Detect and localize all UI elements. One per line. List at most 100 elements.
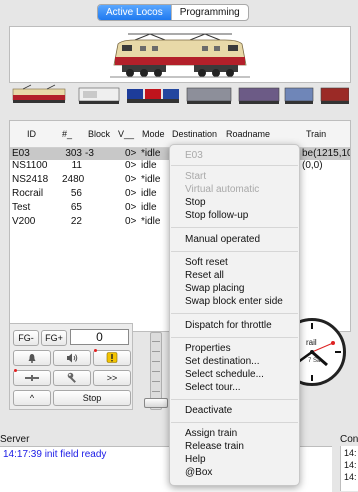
thumbnail-locomotive-e03[interactable] [9,84,69,106]
speed-slider-knob[interactable] [144,398,168,408]
throttle-panel: FG- FG+ 0 >> ^ Stop [9,323,133,410]
menu-header-loco-id: E03 [185,150,203,161]
menu-item-virtual-automatic[interactable]: Virtual automatic [185,184,259,196]
menu-item-set-destination[interactable]: Set destination... [185,356,260,368]
menu-item-dispatch-for-throttle[interactable]: Dispatch for throttle [185,320,272,332]
cell-id: NS2418 [12,174,49,185]
locomotive-image [110,33,250,78]
slider-tick [152,361,160,362]
wrench-icon [67,372,76,383]
menu-item-release-train[interactable]: Release train [185,441,244,453]
cell-address: 22 [70,216,82,227]
cell-block: -3 [85,148,94,159]
console-line: 14: [344,472,357,482]
menu-item-swap-block-enter-side[interactable]: Swap block enter side [185,296,283,308]
console-panel-label: Con [340,434,358,445]
coupler-icon [25,375,39,381]
cell-mode: idle [141,160,157,171]
wrench-button[interactable] [53,370,91,386]
slider-tick [152,391,160,392]
bell-icon [28,354,36,363]
menu-item-properties[interactable]: Properties [185,343,231,355]
speed-field[interactable]: 0 [70,329,129,345]
col-address[interactable]: #_ [62,129,72,139]
view-tabs: Active Locos Programming [97,4,249,21]
thumbnail-wagon-blue[interactable] [283,84,315,106]
col-train[interactable]: Train [306,129,326,139]
cell-velocity: 0> [125,216,137,227]
cell-train: (0,0) [302,160,323,171]
function-group-plus-button[interactable]: FG+ [41,330,67,346]
coupler-button[interactable] [13,370,51,386]
stop-button[interactable]: Stop [53,390,131,406]
function-group-minus-button[interactable]: FG- [13,330,39,346]
col-mode[interactable]: Mode [142,129,165,139]
cell-id: Test [12,202,31,213]
function-led [14,369,17,372]
col-velocity[interactable]: V__ [118,129,134,139]
menu-separator [171,227,298,228]
thumbnail-flatcar-containers[interactable] [125,84,181,106]
loco-thumbnail-strip [9,84,349,106]
cell-id: E03 [12,148,30,159]
cell-id: NS1100 [12,160,48,171]
cell-mode: *idle [141,148,161,159]
cell-velocity: 0> [125,148,137,159]
function-button-warning[interactable] [93,350,131,366]
forward-button[interactable]: >> [93,370,131,386]
tab-active-locos[interactable]: Active Locos [98,5,171,20]
slider-tick [152,371,160,372]
menu-item-select-tour[interactable]: Select tour... [185,382,241,394]
function-led [94,349,97,352]
cell-address: 2480 [62,174,85,185]
console-line: 14: [344,460,357,470]
menu-item-select-schedule[interactable]: Select schedule... [185,369,264,381]
menu-item-soft-reset[interactable]: Soft reset [185,257,228,269]
cell-mode: idle [141,188,157,199]
server-panel-label: Server [0,434,30,445]
thumbnail-wagon-purple[interactable] [237,84,281,106]
menu-item-assign-train[interactable]: Assign train [185,428,237,440]
cell-train: be(1215,100 [302,148,350,159]
clock-date: 7 Sa [308,358,321,364]
direction-button[interactable]: ^ [13,390,51,406]
col-block[interactable]: Block [88,129,110,139]
horn-button[interactable] [53,350,91,366]
thumbnail-boxcar-white[interactable] [77,84,121,106]
menu-item-stop-follow-up[interactable]: Stop follow-up [185,210,248,222]
menu-item-deactivate[interactable]: Deactivate [185,405,232,417]
thumbnail-wagon-grey[interactable] [185,84,233,106]
menu-separator [171,313,298,314]
menu-item-at-box[interactable]: @Box [185,467,212,479]
cell-velocity: 0> [125,174,137,185]
slider-tick [152,341,160,342]
menu-item-swap-placing[interactable]: Swap placing [185,283,244,295]
cell-mode: *idle [141,174,161,185]
col-destination[interactable]: Destination [172,129,217,139]
bell-button[interactable] [13,350,51,366]
thumbnail-wagon-red[interactable] [319,84,349,106]
col-roadname[interactable]: Roadname [226,129,270,139]
menu-item-manual-operated[interactable]: Manual operated [185,234,260,246]
menu-separator [171,422,298,423]
cell-mode: idle [141,202,157,213]
cell-velocity: 0> [125,202,137,213]
slider-tick [152,381,160,382]
menu-item-start[interactable]: Start [185,171,206,183]
log-line: 14:17:39 init field ready [3,449,107,460]
console-log[interactable]: 14: 14: 14: [340,446,358,491]
cell-id: Rocrail [12,188,44,199]
col-id[interactable]: ID [27,129,36,139]
menu-item-reset-all[interactable]: Reset all [185,270,224,282]
menu-separator [171,165,298,166]
menu-separator [171,337,298,338]
menu-item-help[interactable]: Help [185,454,206,466]
menu-item-stop[interactable]: Stop [185,197,206,209]
menu-separator [171,399,298,400]
warning-icon [106,352,118,363]
horn-icon [67,353,78,363]
menu-separator [171,251,298,252]
cell-address: 11 [71,160,82,171]
tab-programming[interactable]: Programming [170,5,248,20]
cell-address: 303 [65,148,82,159]
